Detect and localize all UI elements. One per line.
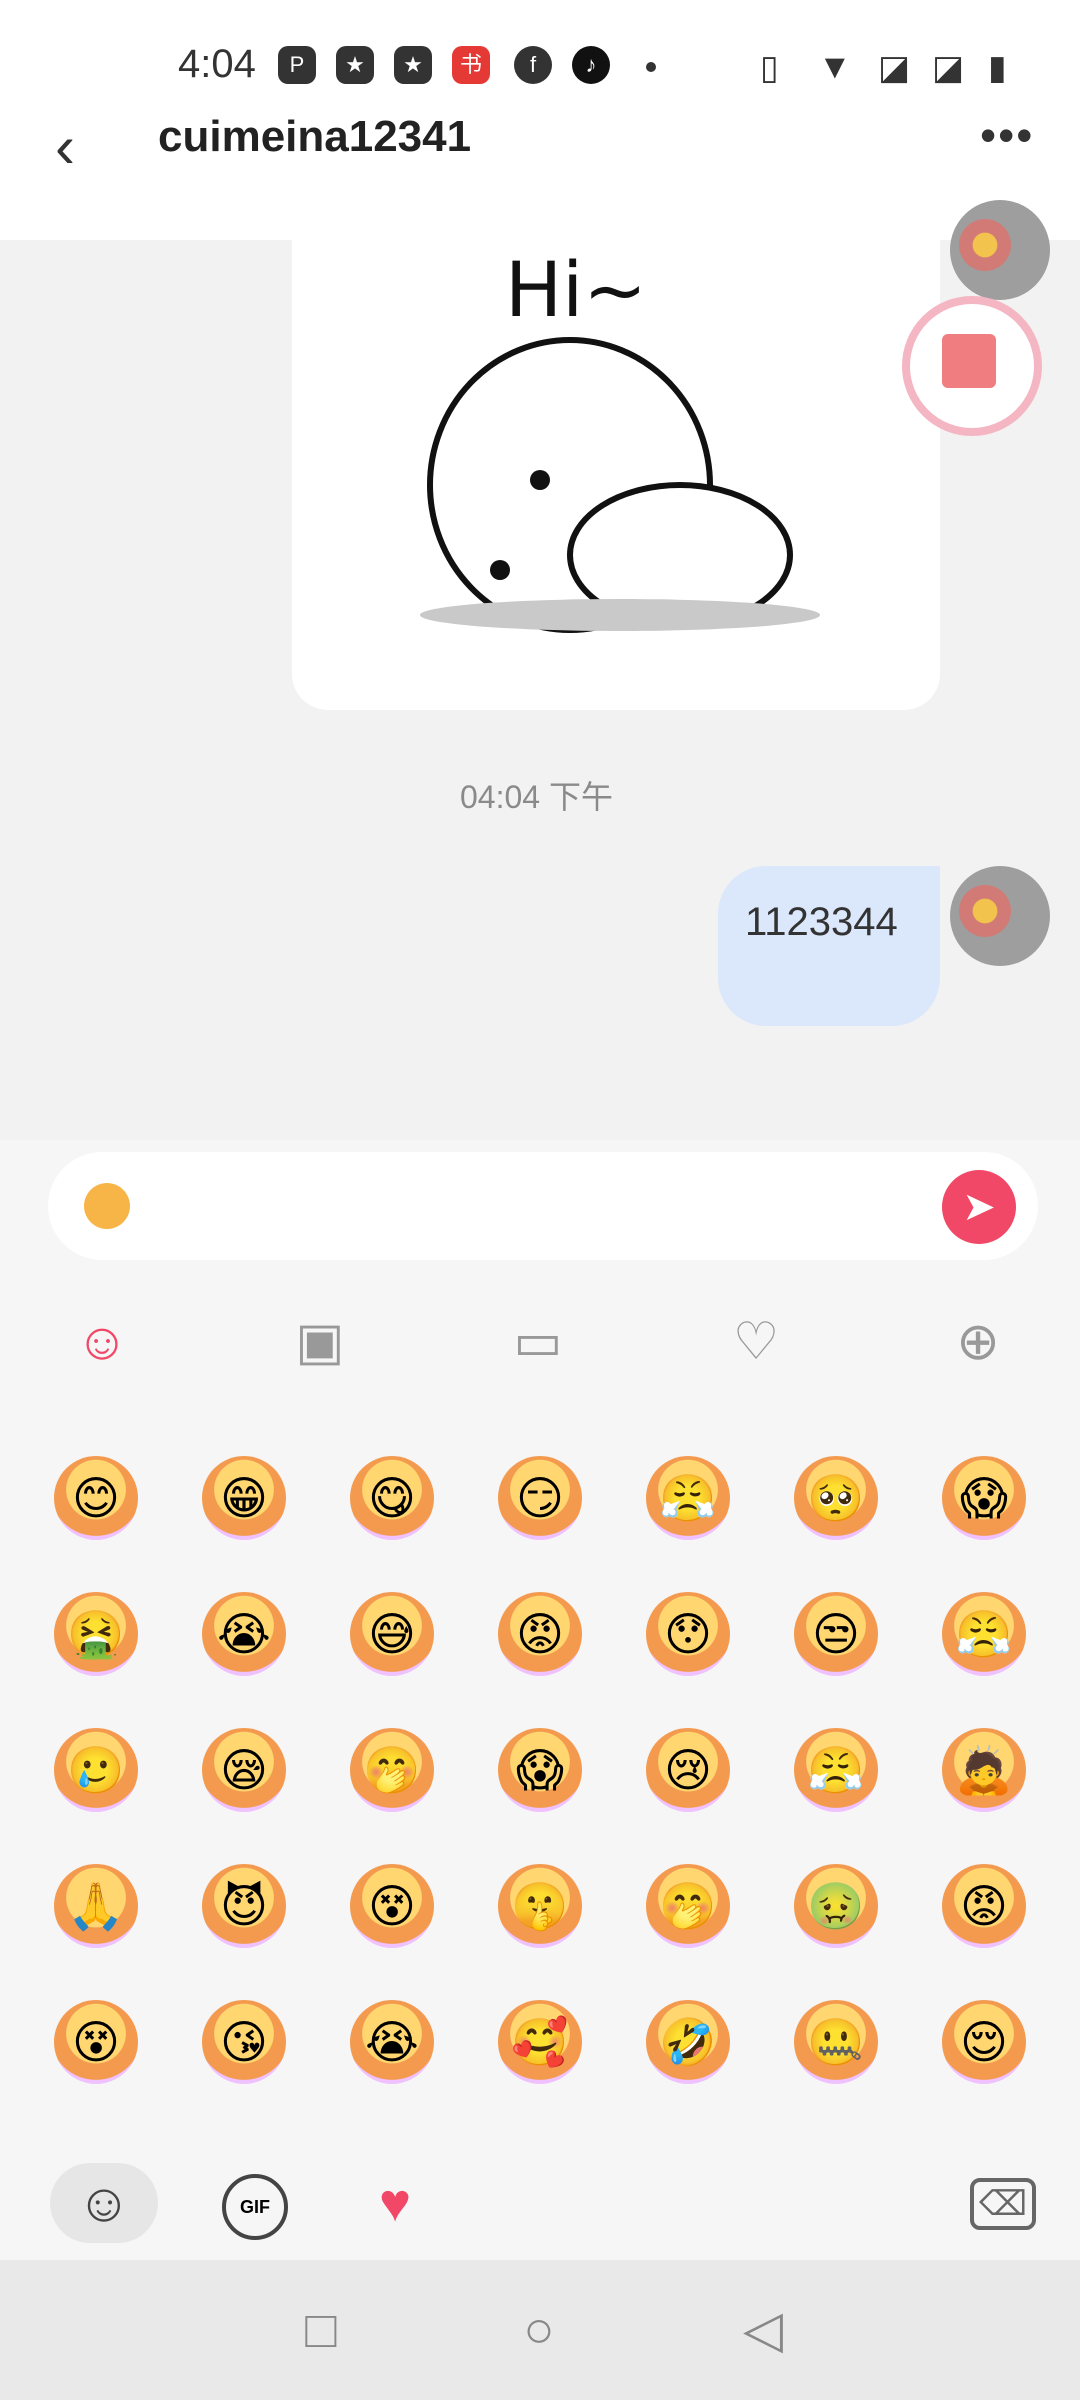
emoji-button[interactable]: 🤣	[646, 2000, 730, 2084]
emoji-category-bar	[0, 2130, 1080, 2260]
emoji-button[interactable]: 😱	[498, 1728, 582, 1812]
avatar[interactable]	[950, 866, 1050, 966]
emoji-button[interactable]: 😱	[942, 1456, 1026, 1540]
emoji-button[interactable]: 😁	[202, 1456, 286, 1540]
emoji-button[interactable]: 😡	[942, 1864, 1026, 1948]
emoji-button[interactable]: 😪	[202, 1728, 286, 1812]
emoji-button[interactable]: 😵	[350, 1864, 434, 1948]
emoji-button[interactable]: 🙇	[942, 1728, 1026, 1812]
plus-icon[interactable]: ⊕	[946, 1310, 1010, 1374]
notification-app-icon: P	[278, 46, 316, 84]
more-notifications-dot	[646, 62, 656, 72]
input-emoji-icon	[84, 1183, 130, 1229]
emoji-button[interactable]: 🤮	[54, 1592, 138, 1676]
emoji-button[interactable]: 🥺	[794, 1456, 878, 1540]
emoji-button[interactable]: 🤭	[350, 1728, 434, 1812]
chat-title: cuimeina12341	[158, 112, 472, 161]
emoji-button[interactable]: 😤	[794, 1728, 878, 1812]
delete-icon[interactable]: ⌫	[970, 2178, 1036, 2230]
gift-tab-icon[interactable]: ▭	[506, 1310, 570, 1374]
message-timestamp: 04:04 下午	[460, 779, 613, 815]
back-icon[interactable]: ‹	[55, 112, 75, 181]
signal-icon: ◪	[932, 49, 965, 87]
more-options-icon[interactable]: •••	[980, 108, 1034, 162]
heart-tab-icon[interactable]: ♥	[362, 2170, 428, 2236]
emoji-button[interactable]: 😅	[350, 1592, 434, 1676]
facebook-icon: f	[514, 46, 552, 84]
emoji-button[interactable]: 😭	[350, 2000, 434, 2084]
emoji-button[interactable]: 😌	[942, 2000, 1026, 2084]
home-icon[interactable]: ○	[514, 2304, 564, 2356]
image-icon[interactable]: ▣	[288, 1310, 352, 1374]
emoji-button[interactable]: 😯	[646, 1592, 730, 1676]
tiktok-icon: ♪	[572, 46, 610, 84]
notification-app-icon: ★	[336, 46, 374, 84]
emoji-button[interactable]: 🙏	[54, 1864, 138, 1948]
wifi-icon: ▼	[818, 48, 852, 86]
gift-icon	[942, 334, 996, 388]
emoji-button[interactable]: 😡	[498, 1592, 582, 1676]
emoji-button[interactable]: 😏	[498, 1456, 582, 1540]
emoji-button[interactable]: 😤	[942, 1592, 1026, 1676]
emoji-button[interactable]: 🥰	[498, 2000, 582, 2084]
sent-message-bubble[interactable]	[718, 866, 940, 1026]
status-time: 4:04	[178, 42, 256, 86]
message-input[interactable]	[48, 1152, 1038, 1260]
back-nav-icon[interactable]: ◁	[738, 2304, 788, 2356]
emoji-button[interactable]: 🤫	[498, 1864, 582, 1948]
battery-icon: ▮	[988, 49, 1007, 87]
notification-app-icon: ★	[394, 46, 432, 84]
signal-icon: ◪	[878, 49, 911, 87]
emoji-button[interactable]: 😈	[202, 1864, 286, 1948]
emoji-button[interactable]: 😤	[646, 1456, 730, 1540]
avatar[interactable]	[950, 200, 1050, 300]
recent-apps-icon[interactable]: □	[296, 2304, 346, 2356]
emoji-button[interactable]: 🤭	[646, 1864, 730, 1948]
emoji-tab-icon[interactable]: ☺	[70, 1310, 134, 1374]
sticker-illustration	[420, 337, 820, 633]
notification-app-icon: 书	[452, 46, 490, 84]
emoji-tab-icon: ☺	[76, 2173, 132, 2233]
emoji-button[interactable]: 😊	[54, 1456, 138, 1540]
emoji-button[interactable]: 🤐	[794, 2000, 878, 2084]
emoji-button[interactable]: 😵	[54, 2000, 138, 2084]
emoji-button[interactable]: 😘	[202, 2000, 286, 2084]
emoji-button[interactable]: 🤢	[794, 1864, 878, 1948]
emoji-button[interactable]: 😭	[202, 1592, 286, 1676]
broken-heart-icon[interactable]: ♡	[724, 1310, 788, 1374]
emoji-button[interactable]: 😒	[794, 1592, 878, 1676]
sent-message-text: 1123344	[745, 900, 898, 944]
emoji-button[interactable]: 😋	[350, 1456, 434, 1540]
emoji-button[interactable]: 🥲	[54, 1728, 138, 1812]
emoji-button[interactable]: 😢	[646, 1728, 730, 1812]
gif-tab[interactable]: GIF	[222, 2174, 288, 2240]
sticker-text: Hi~	[505, 245, 647, 334]
vibrate-icon: ▯	[760, 49, 779, 87]
send-button[interactable]: ➤	[942, 1170, 1016, 1244]
